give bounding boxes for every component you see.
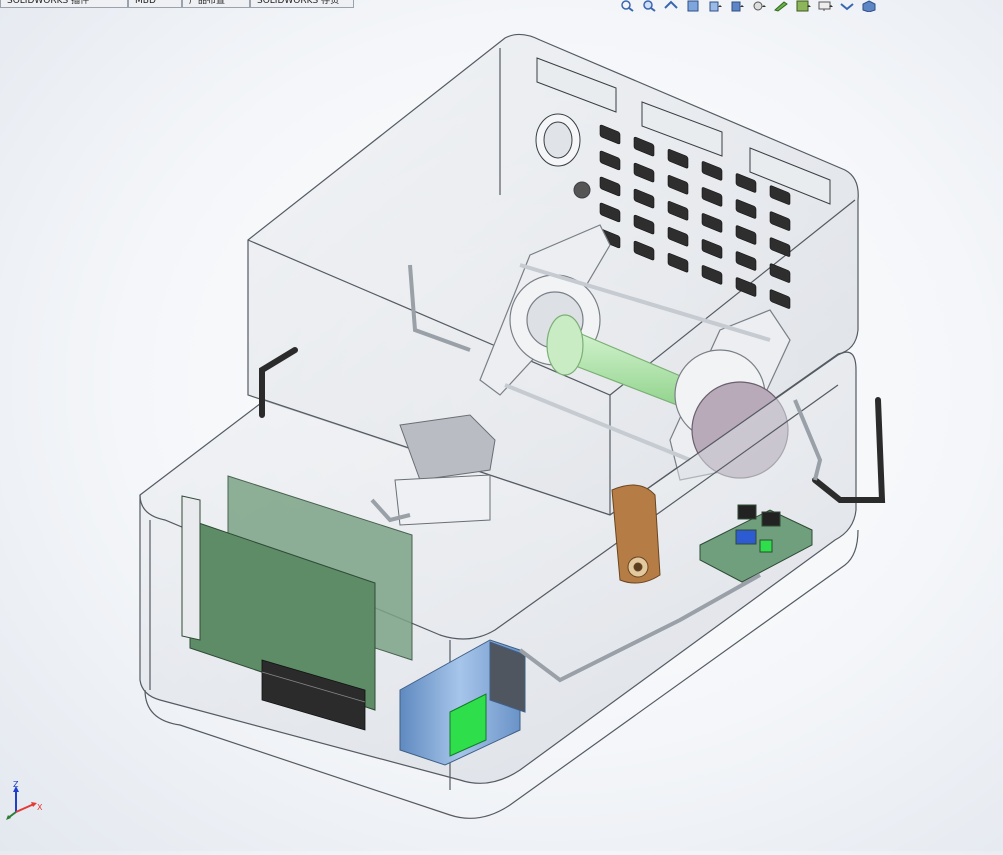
graphics-area[interactable] [0,0,1003,851]
view-settings-icon[interactable] [816,0,834,12]
triad-z-label: Z [13,780,19,789]
zoom-area-icon[interactable] [640,0,658,12]
command-manager-tabs: SOLIDWORKS 插件 MBD 产品布置 SOLIDWORKS 存货 [0,0,354,8]
apply-scene-icon[interactable] [794,0,812,12]
zoom-to-fit-icon[interactable] [618,0,636,12]
hide-show-icon[interactable] [750,0,768,12]
triad-x-label: X [37,803,43,812]
assembly-model [139,33,886,819]
view-cube-icon[interactable] [860,0,878,12]
triad-x-axis [15,803,35,813]
reference-triad: Z X [4,780,48,824]
view-orientation-icon[interactable] [706,0,724,12]
flow-sensor [611,484,661,584]
heads-up-view-toolbar [618,0,878,14]
display-style-icon[interactable] [728,0,746,12]
previous-view-icon[interactable] [662,0,680,12]
section-view-icon[interactable] [684,0,702,12]
tab-solidworks-addins[interactable]: SOLIDWORKS 插件 [0,0,128,8]
display-pane-icon[interactable] [838,0,856,12]
edit-appearance-icon[interactable] [772,0,790,12]
tab-mbd[interactable]: MBD [128,0,182,8]
tab-solidworks-inventory[interactable]: SOLIDWORKS 存货 [250,0,354,8]
tab-product-layout[interactable]: 产品布置 [182,0,250,8]
